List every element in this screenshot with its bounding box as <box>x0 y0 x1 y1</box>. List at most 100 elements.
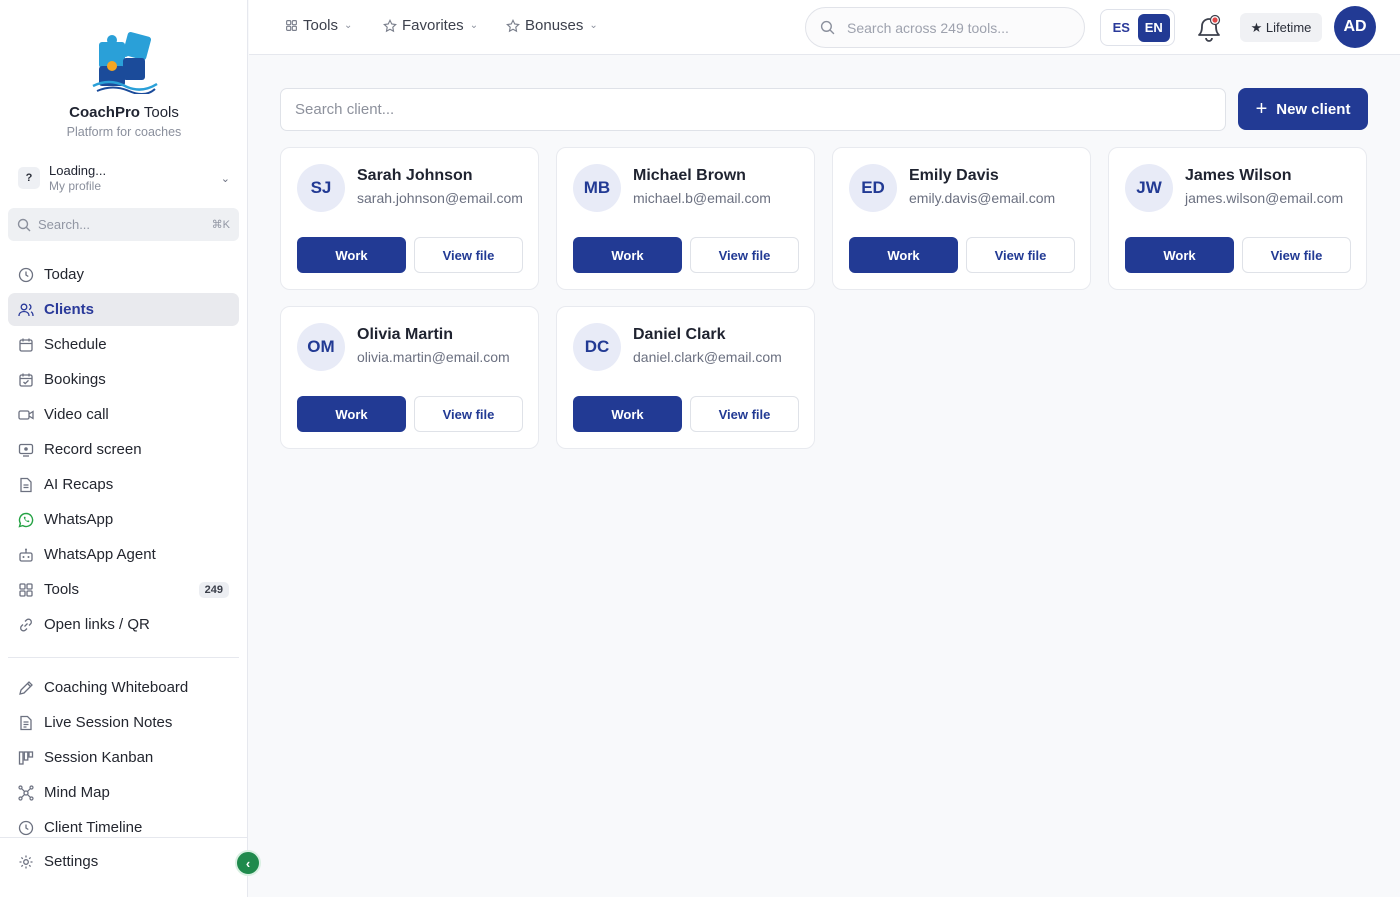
sidebar-item-label: Record screen <box>44 441 142 458</box>
work-button[interactable]: Work <box>573 396 682 432</box>
sidebar-item-today[interactable]: Today <box>8 258 239 291</box>
video-icon <box>18 407 34 423</box>
client-card: SJ Sarah Johnson sarah.johnson@email.com… <box>280 147 539 290</box>
bonuses-menu[interactable]: Bonuses ⌄ <box>506 17 598 34</box>
sidebar-item-tools[interactable]: Tools 249 <box>8 573 239 606</box>
lang-es-option[interactable]: ES <box>1105 14 1138 42</box>
sidebar-item-label: Mind Map <box>44 784 110 801</box>
sidebar-item-label: Today <box>44 266 85 283</box>
work-button[interactable]: Work <box>1125 237 1234 273</box>
star-icon <box>506 18 520 33</box>
client-avatar: MB <box>573 164 621 212</box>
sidebar-item-session-kanban[interactable]: Session Kanban <box>8 741 239 774</box>
users-icon <box>18 302 34 318</box>
sidebar: CoachPro Tools Platform for coaches ? Lo… <box>0 0 248 897</box>
view-file-button[interactable]: View file <box>690 396 799 432</box>
language-switcher: ES EN <box>1100 9 1175 46</box>
sidebar-item-live-session-notes[interactable]: Live Session Notes <box>8 706 239 739</box>
client-name: Daniel Clark <box>633 326 726 343</box>
sidebar-item-label: Session Kanban <box>44 749 154 766</box>
sidebar-item-bookings[interactable]: Bookings <box>8 363 239 396</box>
notifications-button[interactable] <box>1193 11 1225 45</box>
sidebar-item-video-call[interactable]: Video call <box>8 398 239 431</box>
sidebar-item-ai-recaps[interactable]: AI Recaps <box>8 468 239 501</box>
client-email: olivia.martin@email.com <box>357 349 510 365</box>
client-avatar: JW <box>1125 164 1173 212</box>
link-icon <box>18 617 34 633</box>
grid-icon <box>285 19 298 32</box>
sidebar-nav: Today Clients Schedule Bookings Video ca… <box>8 258 239 846</box>
plus-icon: + <box>1255 98 1268 120</box>
sidebar-item-settings[interactable]: Settings <box>8 845 239 878</box>
client-search-input[interactable]: Search client... <box>280 88 1226 131</box>
view-file-button[interactable]: View file <box>414 237 523 273</box>
bell-icon <box>1198 14 1221 42</box>
sidebar-item-mind-map[interactable]: Mind Map <box>8 776 239 809</box>
view-file-button[interactable]: View file <box>690 237 799 273</box>
sidebar-item-open-links[interactable]: Open links / QR <box>8 608 239 641</box>
view-file-button[interactable]: View file <box>414 396 523 432</box>
sidebar-item-clients[interactable]: Clients <box>8 293 239 326</box>
sidebar-item-whatsapp[interactable]: WhatsApp <box>8 503 239 536</box>
favorites-menu[interactable]: Favorites ⌄ <box>383 17 478 34</box>
calendar-icon <box>18 337 34 353</box>
sidebar-item-client-timeline[interactable]: Client Timeline <box>8 811 239 844</box>
favorites-menu-label: Favorites <box>402 17 464 34</box>
client-email: emily.davis@email.com <box>909 190 1056 206</box>
global-search-placeholder: Search across 249 tools... <box>847 19 1009 36</box>
user-avatar[interactable]: AD <box>1334 6 1376 48</box>
client-avatar: DC <box>573 323 621 371</box>
client-card: ED Emily Davis emily.davis@email.com Wor… <box>832 147 1091 290</box>
client-card: MB Michael Brown michael.b@email.com Wor… <box>556 147 815 290</box>
document-icon <box>18 477 34 493</box>
sidebar-item-label: AI Recaps <box>44 476 114 493</box>
work-button[interactable]: Work <box>297 396 406 432</box>
client-name: Emily Davis <box>909 167 999 184</box>
new-client-button[interactable]: + New client <box>1238 88 1368 130</box>
sidebar-item-label: Live Session Notes <box>44 714 173 731</box>
pen-icon <box>18 680 34 696</box>
client-card: JW James Wilson james.wilson@email.com W… <box>1108 147 1367 290</box>
sidebar-item-coaching-whiteboard[interactable]: Coaching Whiteboard <box>8 671 239 704</box>
global-search-input[interactable]: Search across 249 tools... <box>805 7 1085 48</box>
sidebar-item-label: Bookings <box>44 371 106 388</box>
sidebar-item-label: Open links / QR <box>44 616 150 633</box>
sidebar-item-label: Tools <box>44 581 80 598</box>
sidebar-item-record-screen[interactable]: Record screen <box>8 433 239 466</box>
work-button[interactable]: Work <box>573 237 682 273</box>
kanban-icon <box>18 750 34 766</box>
client-name: Sarah Johnson <box>357 167 473 184</box>
client-email: michael.b@email.com <box>633 190 771 206</box>
client-card: DC Daniel Clark daniel.clark@email.com W… <box>556 306 815 449</box>
chevron-down-icon: ⌄ <box>220 172 230 185</box>
sidebar-item-label: WhatsApp <box>44 511 114 528</box>
bot-icon <box>18 547 34 563</box>
sidebar-divider <box>8 657 239 658</box>
sidebar-item-whatsapp-agent[interactable]: WhatsApp Agent <box>8 538 239 571</box>
star-icon <box>383 18 397 33</box>
client-card: OM Olivia Martin olivia.martin@email.com… <box>280 306 539 449</box>
settings-label: Settings <box>44 853 99 870</box>
clock-icon <box>18 267 34 283</box>
client-email: sarah.johnson@email.com <box>357 190 523 206</box>
profile-switcher[interactable]: ? Loading... My profile ⌄ <box>8 158 240 198</box>
profile-name: Loading... <box>49 163 107 178</box>
view-file-button[interactable]: View file <box>966 237 1075 273</box>
tools-menu[interactable]: Tools ⌄ <box>285 17 352 34</box>
work-button[interactable]: Work <box>297 237 406 273</box>
collapse-sidebar-button[interactable]: ‹ <box>235 850 261 876</box>
sidebar-search-input[interactable]: Search... ⌘K <box>8 208 239 241</box>
work-button[interactable]: Work <box>849 237 958 273</box>
notes-icon <box>18 715 34 731</box>
client-name: James Wilson <box>1185 167 1292 184</box>
view-file-button[interactable]: View file <box>1242 237 1351 273</box>
client-name: Olivia Martin <box>357 326 454 343</box>
sidebar-item-label: Video call <box>44 406 109 423</box>
lifetime-plan-badge[interactable]: ★ Lifetime <box>1240 13 1322 42</box>
client-avatar: OM <box>297 323 345 371</box>
sidebar-item-schedule[interactable]: Schedule <box>8 328 239 361</box>
client-search-placeholder: Search client... <box>295 101 395 118</box>
client-email: daniel.clark@email.com <box>633 349 782 365</box>
lang-en-option[interactable]: EN <box>1137 13 1170 42</box>
sidebar-item-label: Schedule <box>44 336 107 353</box>
